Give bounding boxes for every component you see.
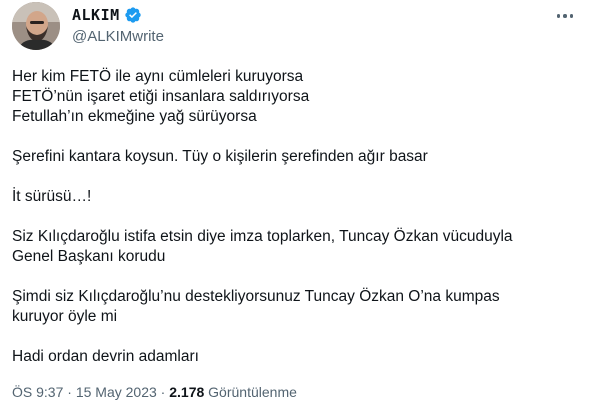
views-count[interactable]: 2.178 [169,384,204,400]
tweet-line: Her kim FETÖ ile aynı cümleleri kuruyors… [12,68,304,85]
more-horizontal-icon [563,14,567,18]
tweet-time[interactable]: ÖS 9:37 [12,384,63,400]
tweet-meta: ÖS 9:37 · 15 May 2023 · 2.178 Görüntülen… [12,384,297,400]
name-row: ALKIM [72,4,164,26]
tweet-paragraph: Her kim FETÖ ile aynı cümleleri kuruyors… [12,67,577,127]
author-handle[interactable]: @ALKIMwrite [72,28,164,45]
more-horizontal-icon [569,14,574,18]
tweet-paragraph: Siz Kılıçdaroğlu istifa etsin diye imza … [12,227,577,267]
author-block: ALKIM @ALKIMwrite [72,4,164,45]
tweet-card: ALKIM @ALKIMwrite Her kim FETÖ ile aynı … [0,0,591,413]
tweet-paragraph: Şimdi siz Kılıçdaroğlu’nu destekliyorsun… [12,287,577,327]
tweet-line: Genel Başkanı korudu [12,248,166,265]
tweet-line: FETÖ’nün işaret etiği insanlara saldırıy… [12,88,310,105]
tweet-line: Şerefini kantara koysun. Tüy o kişilerin… [12,148,428,165]
tweet-line: Hadi ordan devrin adamları [12,348,199,365]
tweet-line: Fetullah’ın ekmeğine yağ sürüyorsa [12,108,257,125]
tweet-date[interactable]: 15 May 2023 [76,384,157,400]
author-display-name[interactable]: ALKIM [72,6,120,24]
tweet-paragraph: İt sürüsü…! [12,187,577,207]
tweet-line: kuruyor öyle mi [12,308,118,325]
more-horizontal-icon [556,14,561,18]
tweet-text: Her kim FETÖ ile aynı cümleleri kuruyors… [12,67,577,367]
tweet-line: İt sürüsü…! [12,188,92,205]
tweet-line: Siz Kılıçdaroğlu istifa etsin diye imza … [12,228,513,245]
verified-badge-icon[interactable] [124,6,142,24]
views-label[interactable]: Görüntülenme [208,384,297,400]
meta-separator: · [63,384,76,400]
meta-separator: · [156,384,170,400]
more-options-button[interactable] [551,6,579,26]
tweet-paragraph: Şerefini kantara koysun. Tüy o kişilerin… [12,147,577,167]
tweet-paragraph: Hadi ordan devrin adamları [12,347,577,367]
tweet-line: Şimdi siz Kılıçdaroğlu’nu destekliyorsun… [12,288,500,305]
avatar[interactable] [12,2,60,50]
